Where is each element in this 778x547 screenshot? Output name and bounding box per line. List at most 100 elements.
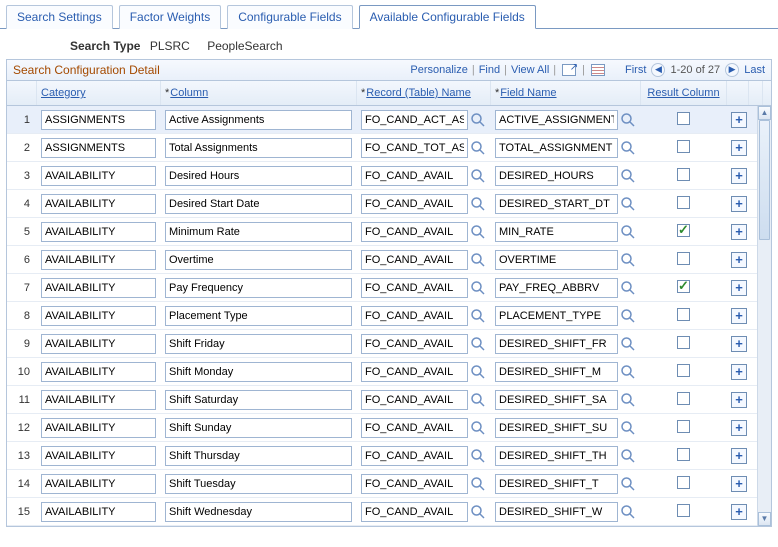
add-row-button[interactable]: + (731, 476, 747, 492)
column-input[interactable] (165, 138, 352, 158)
lookup-icon[interactable] (620, 476, 636, 492)
category-input[interactable] (41, 306, 156, 326)
record-input[interactable] (361, 166, 468, 186)
column-input[interactable] (165, 306, 352, 326)
record-input[interactable] (361, 222, 468, 242)
add-row-button[interactable]: + (731, 280, 747, 296)
field-input[interactable] (495, 110, 618, 130)
category-input[interactable] (41, 362, 156, 382)
col-header-column[interactable]: Column (161, 81, 357, 105)
add-row-button[interactable]: + (731, 196, 747, 212)
category-input[interactable] (41, 334, 156, 354)
lookup-icon[interactable] (620, 112, 636, 128)
record-input[interactable] (361, 362, 468, 382)
category-input[interactable] (41, 194, 156, 214)
personalize-link[interactable]: Personalize (410, 64, 467, 76)
field-input[interactable] (495, 222, 618, 242)
lookup-icon[interactable] (620, 504, 636, 520)
field-input[interactable] (495, 446, 618, 466)
lookup-icon[interactable] (620, 448, 636, 464)
download-icon[interactable] (591, 64, 605, 76)
result-checkbox[interactable] (677, 364, 690, 377)
last-link[interactable]: Last (744, 64, 765, 76)
lookup-icon[interactable] (470, 140, 486, 156)
field-input[interactable] (495, 390, 618, 410)
lookup-icon[interactable] (620, 196, 636, 212)
field-input[interactable] (495, 418, 618, 438)
field-input[interactable] (495, 502, 618, 522)
result-checkbox[interactable] (677, 336, 690, 349)
lookup-icon[interactable] (470, 448, 486, 464)
category-input[interactable] (41, 138, 156, 158)
lookup-icon[interactable] (470, 308, 486, 324)
lookup-icon[interactable] (470, 336, 486, 352)
lookup-icon[interactable] (620, 336, 636, 352)
view-all-link[interactable]: View All (511, 64, 549, 76)
column-input[interactable] (165, 222, 352, 242)
record-input[interactable] (361, 390, 468, 410)
col-header-field[interactable]: Field Name (491, 81, 641, 105)
record-input[interactable] (361, 334, 468, 354)
lookup-icon[interactable] (470, 252, 486, 268)
column-input[interactable] (165, 194, 352, 214)
result-checkbox[interactable] (677, 140, 690, 153)
result-checkbox[interactable] (677, 392, 690, 405)
result-checkbox[interactable] (677, 168, 690, 181)
field-input[interactable] (495, 362, 618, 382)
add-row-button[interactable]: + (731, 140, 747, 156)
column-input[interactable] (165, 446, 352, 466)
lookup-icon[interactable] (470, 280, 486, 296)
category-input[interactable] (41, 474, 156, 494)
result-checkbox[interactable] (677, 448, 690, 461)
lookup-icon[interactable] (470, 364, 486, 380)
col-header-category[interactable]: Category (37, 81, 161, 105)
lookup-icon[interactable] (470, 168, 486, 184)
lookup-icon[interactable] (470, 196, 486, 212)
scroll-up-button[interactable]: ▲ (758, 106, 771, 120)
field-input[interactable] (495, 474, 618, 494)
add-row-button[interactable]: + (731, 448, 747, 464)
category-input[interactable] (41, 250, 156, 270)
column-input[interactable] (165, 278, 352, 298)
lookup-icon[interactable] (620, 308, 636, 324)
add-row-button[interactable]: + (731, 336, 747, 352)
result-checkbox[interactable] (677, 224, 690, 237)
column-input[interactable] (165, 334, 352, 354)
record-input[interactable] (361, 194, 468, 214)
scroll-thumb[interactable] (759, 120, 770, 240)
scroll-down-button[interactable]: ▼ (758, 512, 771, 526)
lookup-icon[interactable] (620, 364, 636, 380)
add-row-button[interactable]: + (731, 252, 747, 268)
add-row-button[interactable]: + (731, 224, 747, 240)
lookup-icon[interactable] (470, 420, 486, 436)
col-header-result[interactable]: Result Column (641, 81, 727, 105)
next-page-button[interactable]: ▶ (725, 63, 739, 77)
result-checkbox[interactable] (677, 112, 690, 125)
add-row-button[interactable]: + (731, 504, 747, 520)
category-input[interactable] (41, 166, 156, 186)
lookup-icon[interactable] (620, 168, 636, 184)
lookup-icon[interactable] (470, 224, 486, 240)
record-input[interactable] (361, 306, 468, 326)
column-input[interactable] (165, 362, 352, 382)
lookup-icon[interactable] (470, 112, 486, 128)
result-checkbox[interactable] (677, 252, 690, 265)
record-input[interactable] (361, 138, 468, 158)
lookup-icon[interactable] (620, 140, 636, 156)
lookup-icon[interactable] (620, 392, 636, 408)
add-row-button[interactable]: + (731, 308, 747, 324)
grid-scrollbar[interactable]: ▲ ▼ (757, 106, 771, 526)
category-input[interactable] (41, 222, 156, 242)
add-row-button[interactable]: + (731, 392, 747, 408)
add-row-button[interactable]: + (731, 420, 747, 436)
field-input[interactable] (495, 138, 618, 158)
record-input[interactable] (361, 250, 468, 270)
lookup-icon[interactable] (620, 420, 636, 436)
field-input[interactable] (495, 334, 618, 354)
result-checkbox[interactable] (677, 280, 690, 293)
column-input[interactable] (165, 110, 352, 130)
lookup-icon[interactable] (470, 504, 486, 520)
field-input[interactable] (495, 166, 618, 186)
category-input[interactable] (41, 502, 156, 522)
add-row-button[interactable]: + (731, 112, 747, 128)
